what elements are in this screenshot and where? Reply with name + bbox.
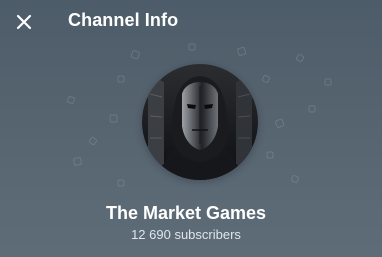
channel-info-screen: Channel Info The Market Games 12 690 sub… [0, 0, 382, 257]
subscriber-count: 12 690 subscribers [131, 227, 241, 242]
top-bar: Channel Info [0, 0, 382, 44]
channel-name: The Market Games [105, 203, 267, 223]
close-icon [16, 14, 32, 30]
close-button[interactable] [10, 8, 38, 36]
page-title: Channel Info [68, 10, 179, 30]
channel-avatar[interactable] [142, 64, 258, 180]
masked-figure-avatar [142, 64, 258, 180]
